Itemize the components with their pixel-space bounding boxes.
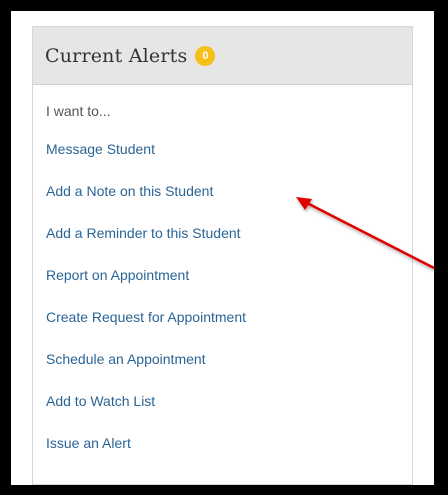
add-watch-list-link[interactable]: Add to Watch List <box>46 393 155 409</box>
add-reminder-link[interactable]: Add a Reminder to this Student <box>46 225 241 241</box>
intro-text: I want to... <box>46 103 111 119</box>
message-student-link[interactable]: Message Student <box>46 141 155 157</box>
actions-panel: Current Alerts 0 I want to... Message St… <box>32 26 413 485</box>
alert-count-badge: 0 <box>195 45 216 66</box>
schedule-appointment-link[interactable]: Schedule an Appointment <box>46 351 206 367</box>
screenshot-frame: Current Alerts 0 I want to... Message St… <box>11 11 434 485</box>
issue-alert-link[interactable]: Issue an Alert <box>46 435 131 451</box>
panel-header: Current Alerts 0 <box>33 27 412 85</box>
add-note-link[interactable]: Add a Note on this Student <box>46 183 213 199</box>
create-appointment-request-link[interactable]: Create Request for Appointment <box>46 309 246 325</box>
panel-title: Current Alerts <box>45 44 188 67</box>
report-appointment-link[interactable]: Report on Appointment <box>46 267 189 283</box>
